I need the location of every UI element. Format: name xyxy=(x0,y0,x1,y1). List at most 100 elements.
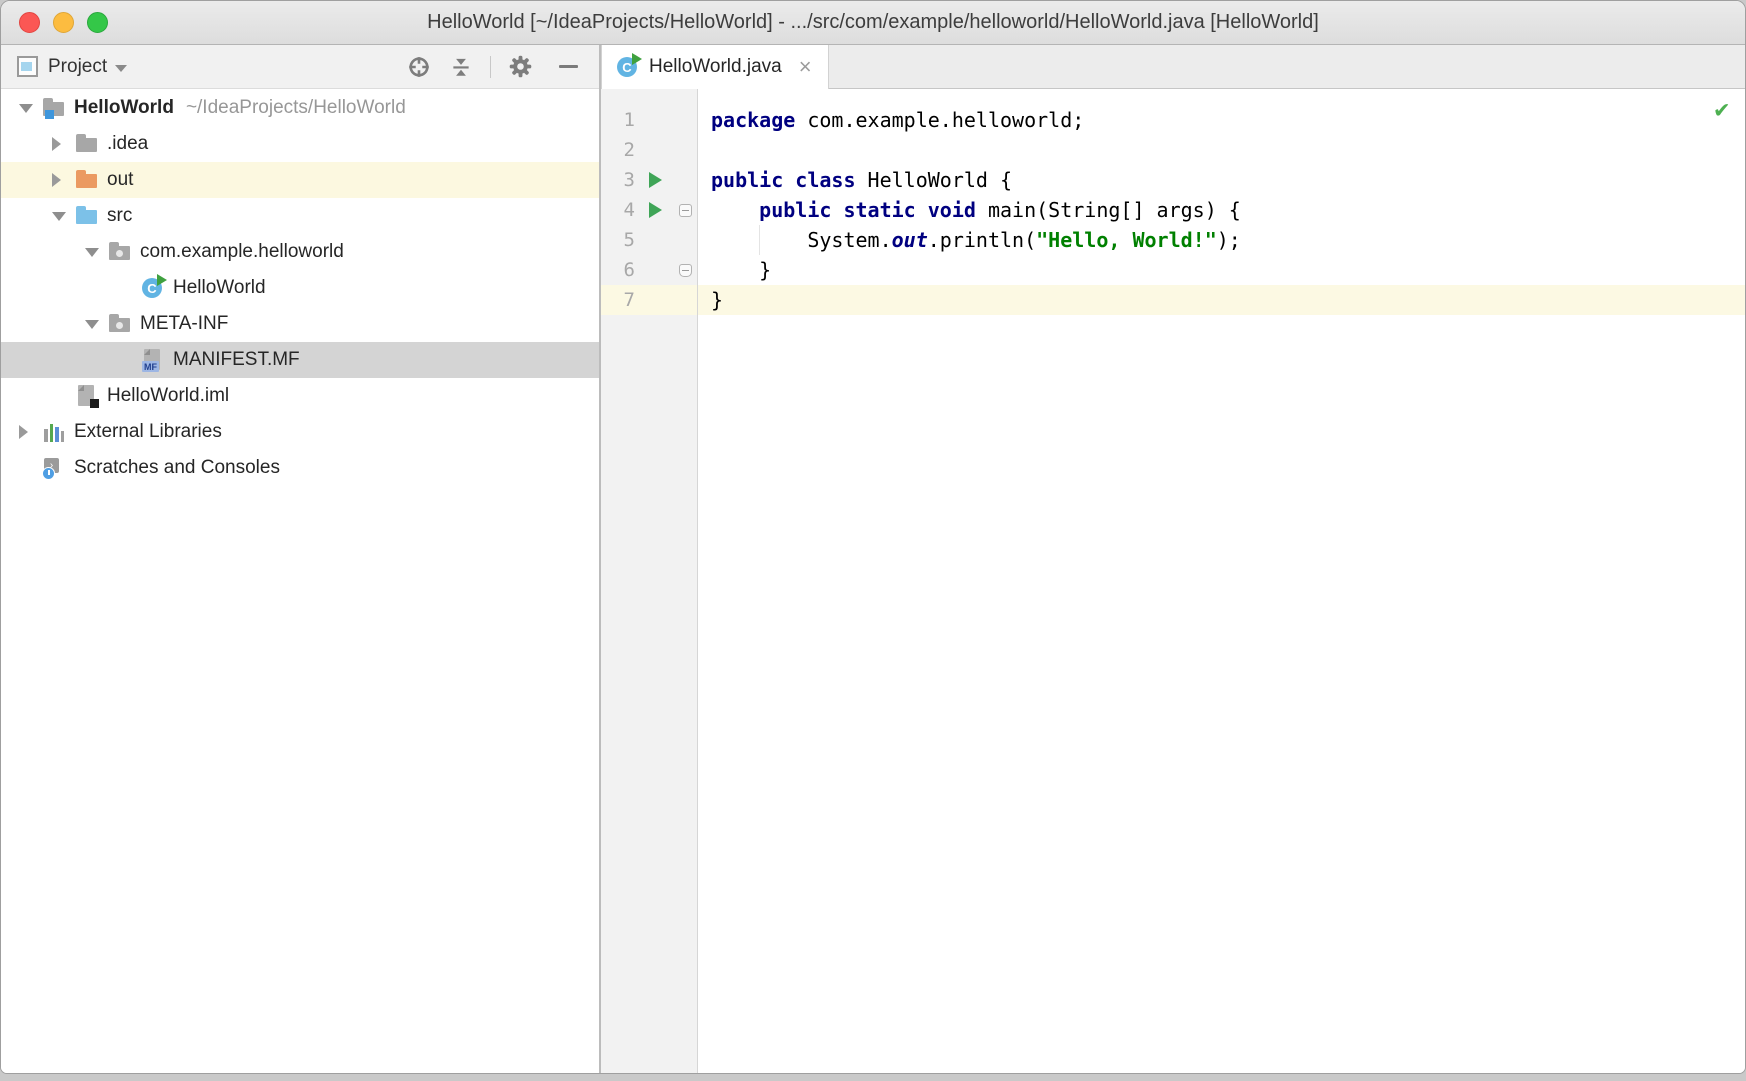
line-number: 1 xyxy=(601,109,635,131)
project-tool-window: Project xyxy=(1,45,599,1073)
ide-window: HelloWorld [~/IdeaProjects/HelloWorld] -… xyxy=(0,0,1746,1074)
chevron-expanded-icon[interactable] xyxy=(19,104,33,113)
gutter-line-4: 4 xyxy=(601,195,697,225)
chevron-expanded-icon[interactable] xyxy=(85,320,99,329)
code-token-field: out xyxy=(892,228,928,252)
editor-area: C HelloWorld.java × 1 2 3 4 5 6 7 ✔ package com.… xyxy=(601,45,1745,1073)
code-token-pl: main(String[] args) { xyxy=(976,198,1241,222)
tree-item-src[interactable]: src xyxy=(1,198,599,234)
run-line-icon[interactable] xyxy=(649,172,662,188)
zoom-window-button[interactable] xyxy=(87,12,108,33)
fold-marker-icon[interactable] xyxy=(679,264,692,277)
editor-tab-helloworld-java[interactable]: C HelloWorld.java × xyxy=(601,45,829,89)
class-runnable-icon: C xyxy=(141,276,165,300)
project-folder-icon xyxy=(42,96,66,120)
code-token-pl: System. xyxy=(711,228,892,252)
tree-item-scratches-and-consoles[interactable]: ›Scratches and Consoles xyxy=(1,450,599,486)
editor-tab-bar: C HelloWorld.java × xyxy=(601,45,1745,89)
tree-item-helloworld[interactable]: C HelloWorld xyxy=(1,270,599,306)
line-number: 7 xyxy=(601,289,635,311)
project-panel-header: Project xyxy=(1,45,599,89)
code-line-1: package com.example.helloworld; xyxy=(698,105,1745,135)
tree-item-label: com.example.helloworld xyxy=(140,241,344,263)
tree-item-helloworld[interactable]: HelloWorld ~/IdeaProjects/HelloWorld xyxy=(1,90,599,126)
tree-item-label: HelloWorld xyxy=(173,277,266,299)
fold-marker-icon[interactable] xyxy=(679,204,692,217)
tree-item-label: HelloWorld xyxy=(74,97,174,119)
class-runnable-icon: C xyxy=(616,55,640,79)
gutter-line-2: 2 xyxy=(601,135,697,165)
chevron-collapsed-icon[interactable] xyxy=(52,137,61,151)
chevron-down-icon[interactable] xyxy=(115,65,127,72)
tree-item-out[interactable]: out xyxy=(1,162,599,198)
tree-item-path: ~/IdeaProjects/HelloWorld xyxy=(186,97,406,119)
project-view-selector[interactable]: Project xyxy=(48,56,107,78)
package-icon xyxy=(108,312,132,336)
tree-item-label: src xyxy=(107,205,132,227)
tree-item-external-libraries[interactable]: External Libraries xyxy=(1,414,599,450)
manifest-file-icon: MF xyxy=(141,348,165,372)
line-number: 6 xyxy=(601,259,635,281)
collapse-all-icon[interactable] xyxy=(448,54,474,80)
code-line-7: } xyxy=(698,285,1745,315)
code-editor[interactable]: ✔ package com.example.helloworld;public … xyxy=(698,89,1745,1073)
tree-item-label: META-INF xyxy=(140,313,228,335)
tree-item-helloworld-iml[interactable]: HelloWorld.iml xyxy=(1,378,599,414)
titlebar[interactable]: HelloWorld [~/IdeaProjects/HelloWorld] -… xyxy=(1,1,1745,45)
gutter-line-7: 7 xyxy=(601,285,697,315)
code-line-6: } xyxy=(698,255,1745,285)
iml-file-icon xyxy=(75,384,99,408)
tab-close-icon[interactable]: × xyxy=(799,56,812,78)
chevron-expanded-icon[interactable] xyxy=(52,212,66,221)
tree-item-label: External Libraries xyxy=(74,421,222,443)
line-number: 2 xyxy=(601,139,635,161)
editor-gutter: 1 2 3 4 5 6 7 xyxy=(601,89,698,1073)
libraries-icon xyxy=(42,420,66,444)
gutter-line-3: 3 xyxy=(601,165,697,195)
code-token-pl: .println( xyxy=(928,228,1036,252)
tree-item-meta-inf[interactable]: META-INF xyxy=(1,306,599,342)
tree-item-label: MANIFEST.MF xyxy=(173,349,300,371)
toolbar-separator xyxy=(490,56,491,78)
close-window-button[interactable] xyxy=(19,12,40,33)
tree-item-label: HelloWorld.iml xyxy=(107,385,229,407)
tree-item--idea[interactable]: .idea xyxy=(1,126,599,162)
folder-icon xyxy=(75,132,99,156)
code-token-pl: com.example.helloworld; xyxy=(795,108,1084,132)
settings-gear-icon[interactable] xyxy=(507,54,533,80)
chevron-collapsed-icon[interactable] xyxy=(19,425,28,439)
editor-tab-label: HelloWorld.java xyxy=(649,56,782,78)
line-number: 4 xyxy=(601,199,635,221)
tree-item-manifest-mf[interactable]: MF MANIFEST.MF xyxy=(1,342,599,378)
traffic-lights xyxy=(19,1,108,44)
tree-item-label: Scratches and Consoles xyxy=(74,457,280,479)
code-token-pl: } xyxy=(711,258,771,282)
code-token-pl: ); xyxy=(1217,228,1241,252)
run-line-icon[interactable] xyxy=(649,202,662,218)
tree-item-label: out xyxy=(107,169,133,191)
code-token-pl: } xyxy=(711,288,723,312)
line-number: 5 xyxy=(601,229,635,251)
code-token-pl: HelloWorld { xyxy=(856,168,1013,192)
minimize-window-button[interactable] xyxy=(53,12,74,33)
code-line-3: public class HelloWorld { xyxy=(698,165,1745,195)
package-icon xyxy=(108,240,132,264)
code-line-4: public static void main(String[] args) { xyxy=(698,195,1745,225)
locate-file-icon[interactable] xyxy=(406,54,432,80)
gutter-line-6: 6 xyxy=(601,255,697,285)
chevron-expanded-icon[interactable] xyxy=(85,248,99,257)
chevron-collapsed-icon[interactable] xyxy=(52,173,61,187)
folder-excluded-icon xyxy=(75,168,99,192)
tree-item-label: .idea xyxy=(107,133,148,155)
folder-sources-icon xyxy=(75,204,99,228)
code-token-kw: package xyxy=(711,108,795,132)
code-token-kw: public static void xyxy=(759,198,976,222)
project-tree: HelloWorld ~/IdeaProjects/HelloWorld .idea… xyxy=(1,89,599,1073)
code-token-pl xyxy=(711,198,759,222)
code-token-kw: public class xyxy=(711,168,856,192)
code-line-5: System.out.println("Hello, World!"); xyxy=(698,225,1745,255)
code-token-str: "Hello, World!" xyxy=(1036,228,1217,252)
gutter-line-1: 1 xyxy=(601,105,697,135)
tree-item-com-example-helloworld[interactable]: com.example.helloworld xyxy=(1,234,599,270)
hide-panel-icon[interactable] xyxy=(555,54,581,80)
